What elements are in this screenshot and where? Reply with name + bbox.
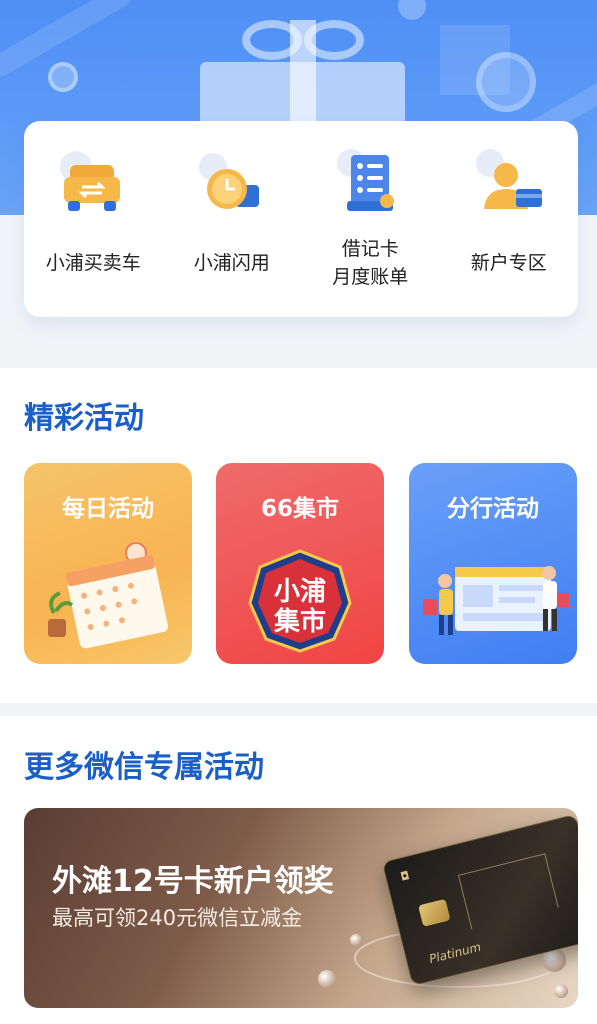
car-exchange-icon [48, 145, 138, 225]
activity-card-66-market[interactable]: 66集市 小浦 集市 [216, 463, 384, 664]
banner-subtitle: 最高可领240元微信立减金 [52, 906, 303, 930]
decor-circle [398, 0, 426, 20]
building-engraving [457, 853, 559, 930]
card-chip [418, 898, 451, 927]
calendar-icon [48, 542, 169, 649]
shopping-people-icon [423, 566, 569, 635]
service-new-user[interactable]: 新户专区 [440, 121, 579, 317]
gift-box-icon [200, 20, 405, 142]
service-label: 小浦买卖车 [45, 252, 141, 274]
wechat-title: 更多微信专属活动 [24, 750, 264, 785]
activity-card-daily[interactable]: 每日活动 [24, 463, 192, 664]
decor-pearl [350, 934, 362, 946]
service-label: 小浦闪用 [193, 252, 270, 274]
decor-circle [48, 62, 78, 92]
activities-title: 精彩活动 [24, 401, 144, 436]
bill-icon [325, 145, 415, 225]
bund12-card-banner[interactable]: ◘ Platinum 外滩12号卡新户领奖 最高可领240元微信立减金 [24, 808, 578, 1008]
service-label: 借记卡 月度账单 [332, 238, 409, 288]
activity-card-branch[interactable]: 分行活动 [409, 463, 577, 664]
service-car-trade[interactable]: 小浦买卖车 [24, 121, 163, 317]
service-card: 小浦买卖车 小浦闪用 借记卡 月度账单 新户专区 [24, 121, 578, 317]
market-badge-text: 小浦 集市 [273, 577, 326, 637]
bank-logo-icon: ◘ [399, 868, 411, 884]
clock-card-icon [187, 145, 277, 225]
new-user-icon [464, 145, 554, 225]
service-label: 新户专区 [470, 252, 547, 274]
banner-title: 外滩12号卡新户领奖 [52, 864, 334, 899]
service-flash-use[interactable]: 小浦闪用 [163, 121, 302, 317]
decor-pearl [318, 970, 336, 988]
decor-circle [476, 52, 536, 112]
service-debit-bill[interactable]: 借记卡 月度账单 [301, 121, 440, 317]
card-tier-text: Platinum [427, 939, 483, 967]
decor-pearl [554, 984, 568, 998]
